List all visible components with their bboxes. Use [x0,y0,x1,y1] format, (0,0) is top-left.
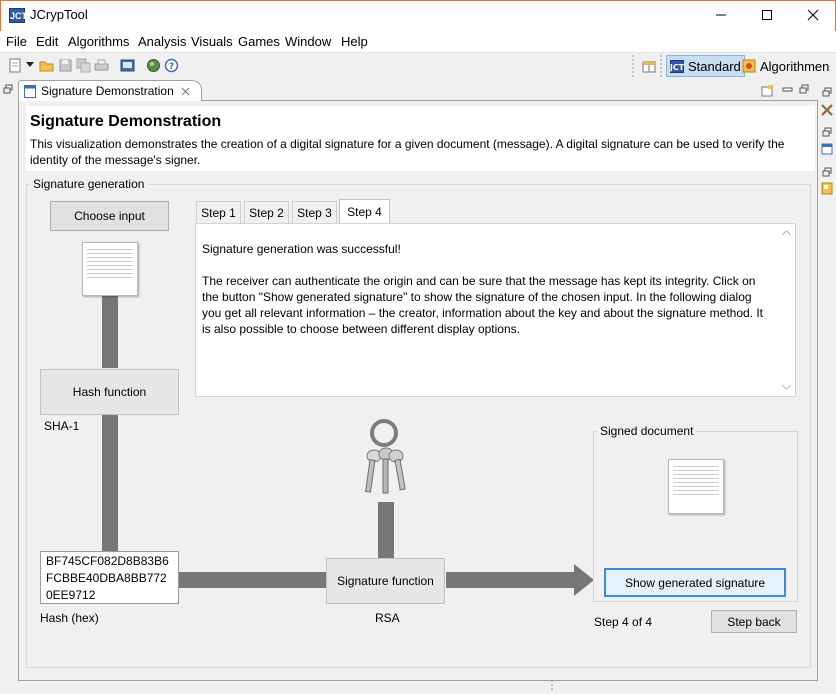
editor-tab-label: Signature Demonstration [41,84,174,98]
pipe-signature-to-output [446,572,576,588]
menu-analysis[interactable]: Analysis [138,34,186,49]
page-title: Signature Demonstration [30,113,222,130]
tab-step-3[interactable]: Step 3 [292,201,337,223]
menu-visuals[interactable]: Visuals [191,34,233,49]
save-icon[interactable] [58,58,73,73]
pipe-input-to-hash [102,296,118,368]
pipe-hash-to-value [102,414,118,552]
show-generated-signature-button[interactable]: Show generated signature [604,568,786,597]
step-back-button[interactable]: Step back [711,610,797,633]
minimize-view-icon[interactable] [782,85,793,93]
svg-text:JCT: JCT [670,63,684,72]
signed-document-icon [668,459,724,514]
choose-input-button[interactable]: Choose input [50,201,169,231]
perspective-standard-label: Standard [688,58,741,74]
scroll-down-icon[interactable] [782,384,791,390]
chevron-down-icon[interactable] [26,62,34,68]
maximize-view-icon[interactable] [799,84,809,94]
step-explanation-text: The receiver can authenticate the origin… [202,274,764,336]
document-icon [24,84,36,98]
key-icon [365,419,406,494]
tab-step-4[interactable]: Step 4 [339,199,390,224]
menu-games[interactable]: Games [238,34,280,49]
close-tab-icon[interactable] [181,87,190,96]
vertical-scrollbar[interactable] [778,224,795,396]
arrow-head-icon [574,564,594,596]
step-result-text: Signature generation was successful! [202,242,401,256]
svg-text:?: ? [169,62,174,72]
group-label: Signature generation [30,177,148,191]
open-perspective-icon[interactable] [642,59,657,74]
hash-value-field: BF745CF082D8B83B6FCBBE40DBA8BB7720EE9712 [40,551,179,604]
app-icon: JCT [9,8,27,23]
scroll-up-icon[interactable] [782,230,791,236]
restore-icon-right[interactable] [822,87,832,97]
signature-function-box: Signature function [326,558,445,604]
open-folder-icon[interactable] [39,58,54,73]
perspective-algorithmen[interactable]: Algorithmen [739,55,832,77]
signed-document-label: Signed document [597,424,697,438]
bookmark-icon[interactable] [821,182,833,195]
help-icon[interactable]: ? [164,58,179,73]
tab-step-2[interactable]: Step 2 [244,201,289,223]
close-icon [807,9,819,21]
minimize-button[interactable] [698,0,744,30]
print-icon[interactable] [94,58,109,73]
hash-hex-label: Hash (hex) [40,611,99,625]
tools-icon[interactable] [820,103,834,117]
menu-help[interactable]: Help [341,34,368,49]
perspective-algorithmen-label: Algorithmen [760,58,830,74]
close-button[interactable] [790,0,836,30]
editor-tab-signature-demonstration[interactable]: Signature Demonstration [18,80,202,101]
algorithms-perspective-icon [742,59,756,73]
maximize-icon [762,10,772,20]
view-icon[interactable] [821,143,833,155]
restore-icon[interactable] [3,84,13,94]
new-window-icon[interactable] [761,85,774,97]
signature-algorithm-label: RSA [375,611,400,625]
step-status: Step 4 of 4 [594,615,653,629]
window-title: JCrypTool [30,7,88,22]
menu-file[interactable]: File [6,34,27,49]
toolbar-separator-2 [660,55,662,77]
toolbar-separator [632,55,634,77]
menu-window[interactable]: Window [285,34,331,49]
restore-icon-right-3[interactable] [822,167,832,177]
input-document-icon [82,242,138,296]
pipe-value-to-signature [179,572,327,588]
hash-algorithm-label: SHA-1 [44,419,80,433]
restore-icon-right-2[interactable] [822,127,832,137]
page-description: This visualization demonstrates the crea… [30,137,785,167]
menu-edit[interactable]: Edit [36,34,58,49]
menu-algorithms[interactable]: Algorithms [68,34,129,49]
save-all-icon[interactable] [76,58,91,73]
web-icon[interactable] [146,58,161,73]
perspective-standard[interactable]: JCT Standard [666,55,745,77]
console-icon[interactable] [120,58,135,73]
tab-step-1[interactable]: Step 1 [196,201,241,223]
minimize-icon [716,14,726,16]
standard-perspective-icon: JCT [670,59,684,73]
sash-grip[interactable] [549,680,555,692]
hash-function-box: Hash function [40,369,179,415]
pipe-key-to-signature [378,502,394,558]
new-icon[interactable] [8,58,23,73]
maximize-button[interactable] [744,0,790,30]
